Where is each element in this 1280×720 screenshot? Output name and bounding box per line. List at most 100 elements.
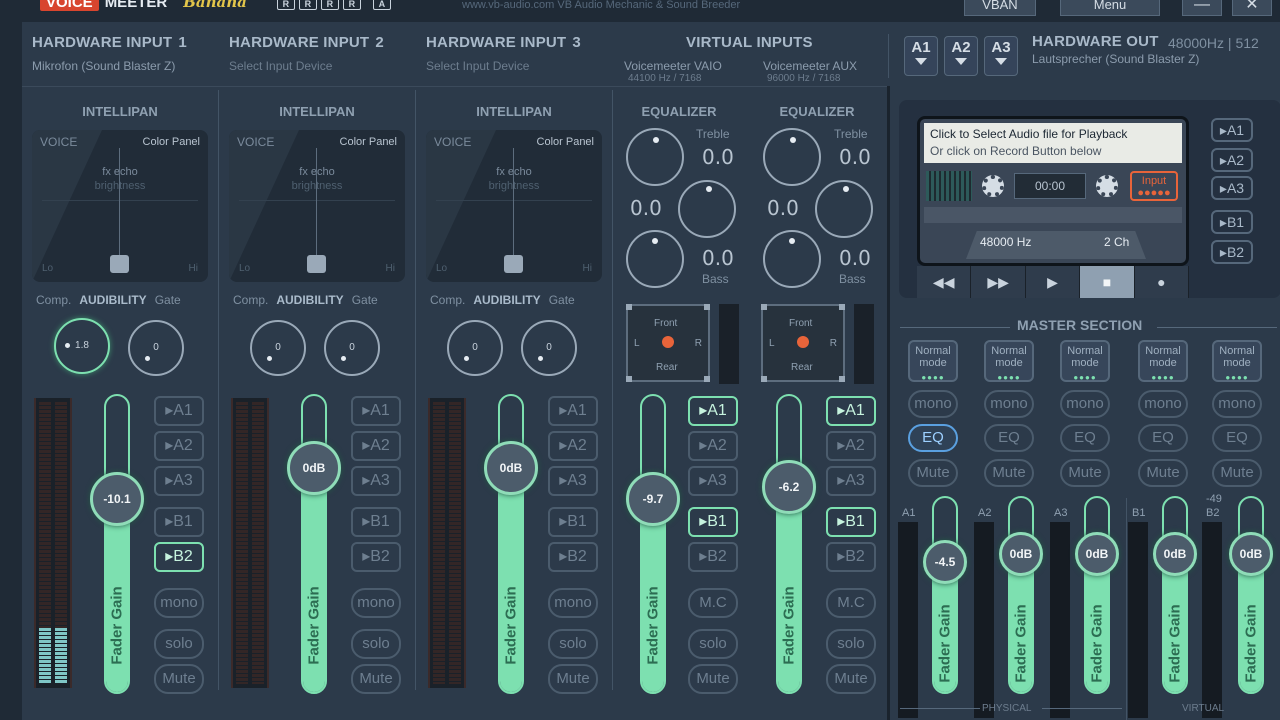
record-button[interactable]: ● <box>1134 266 1190 298</box>
treble-knob[interactable] <box>763 128 821 186</box>
hw-out-a1-select[interactable]: A1 <box>904 36 938 76</box>
fast-forward-button[interactable]: ▶▶ <box>971 266 1026 298</box>
r-button-2[interactable]: R <box>298 0 317 10</box>
mono-button[interactable]: mono <box>154 588 204 618</box>
solo-button[interactable]: solo <box>688 629 738 659</box>
rewind-button[interactable]: ◀◀ <box>917 266 972 298</box>
bus-a1-button[interactable]: ▸A1 <box>688 396 738 426</box>
bus-b2-button[interactable]: ▸B2 <box>688 542 738 572</box>
gate-knob[interactable]: 0 <box>521 320 577 376</box>
fader-track[interactable]: Fader Gain <box>301 394 327 694</box>
bus-a2-button[interactable]: ▸A2 <box>351 431 401 461</box>
bus-b2-button[interactable]: ▸B2 <box>548 542 598 572</box>
pan-thumb[interactable] <box>110 255 129 273</box>
bus-a3-mono-button[interactable]: mono <box>1060 390 1110 418</box>
mono-button[interactable]: mono <box>351 588 401 618</box>
menu-button[interactable]: Menu <box>1060 0 1160 16</box>
solo-button[interactable]: solo <box>826 629 876 659</box>
bus-a2-eq-button[interactable]: EQ <box>984 424 1034 452</box>
bus-a1-mono-button[interactable]: mono <box>908 390 958 418</box>
surround-pan[interactable]: Front Rear L R <box>761 304 845 382</box>
bus-b2-eq-button[interactable]: EQ <box>1212 424 1262 452</box>
bus-b1-fader-track[interactable]: Fader Gain <box>1162 496 1188 694</box>
bus-a1-button[interactable]: ▸A1 <box>351 396 401 426</box>
fader-knob[interactable]: 0dB <box>287 441 341 495</box>
pan-position-dot[interactable] <box>662 336 674 348</box>
input-record-button[interactable]: Input ●●●●● <box>1130 171 1178 201</box>
intellipan-panel[interactable]: VOICE Color Panel fx echo brightness Lo … <box>32 130 208 282</box>
bus-b1-button[interactable]: ▸B1 <box>826 507 876 537</box>
bus-a3-fader-knob[interactable]: 0dB <box>1075 532 1119 576</box>
mc-button[interactable]: M.C <box>826 588 876 618</box>
recorder-bus-b1[interactable]: ▸B1 <box>1211 210 1253 234</box>
bus-a1-fader-knob[interactable]: -4.5 <box>923 540 967 584</box>
bus-a1-button[interactable]: ▸A1 <box>154 396 204 426</box>
bus-b1-mute-button[interactable]: Mute <box>1138 459 1188 487</box>
bus-a1-fader-track[interactable]: Fader Gain <box>932 496 958 694</box>
r-button-4[interactable]: R <box>342 0 361 10</box>
bass-knob[interactable] <box>626 230 684 288</box>
bus-a3-button[interactable]: ▸A3 <box>351 466 401 496</box>
bus-b1-button[interactable]: ▸B1 <box>548 507 598 537</box>
fader-knob[interactable]: 0dB <box>484 441 538 495</box>
bus-a3-mode-button[interactable]: Normal mode ●●●● <box>1060 340 1110 382</box>
r-button-3[interactable]: R <box>320 0 339 10</box>
fader-knob[interactable]: -6.2 <box>762 460 816 514</box>
bus-b1-eq-button[interactable]: EQ <box>1138 424 1188 452</box>
bus-a1-eq-button[interactable]: EQ <box>908 424 958 452</box>
mc-button[interactable]: M.C <box>688 588 738 618</box>
bus-b2-mute-button[interactable]: Mute <box>1212 459 1262 487</box>
bus-a3-button[interactable]: ▸A3 <box>826 466 876 496</box>
intellipan-panel[interactable]: VOICE Color Panel fx echo brightness Lo … <box>426 130 602 282</box>
hw-input-2-title[interactable]: HARDWARE INPUT 2 <box>229 34 384 51</box>
cassette-display[interactable]: Click to Select Audio file for Playback … <box>917 116 1189 266</box>
bus-a2-fader-knob[interactable]: 0dB <box>999 532 1043 576</box>
mid-knob[interactable] <box>678 180 736 238</box>
fader-track[interactable]: Fader Gain <box>498 394 524 694</box>
mute-button[interactable]: Mute <box>154 664 204 694</box>
fader-track[interactable]: Fader Gain <box>104 394 130 694</box>
mute-button[interactable]: Mute <box>688 664 738 694</box>
bus-b2-mono-button[interactable]: mono <box>1212 390 1262 418</box>
bus-a1-button[interactable]: ▸A1 <box>548 396 598 426</box>
gate-knob[interactable]: 0 <box>324 320 380 376</box>
bus-b1-button[interactable]: ▸B1 <box>688 507 738 537</box>
bus-b1-button[interactable]: ▸B1 <box>351 507 401 537</box>
surround-pan[interactable]: Front Rear L R <box>626 304 710 382</box>
stop-button[interactable]: ■ <box>1080 266 1135 298</box>
hw-input-1-title[interactable]: HARDWARE INPUT 1 <box>32 34 187 51</box>
bus-a2-fader-track[interactable]: Fader Gain <box>1008 496 1034 694</box>
play-button[interactable]: ▶ <box>1025 266 1081 298</box>
fader-knob[interactable]: -10.1 <box>90 472 144 526</box>
close-button[interactable]: ✕ <box>1232 0 1272 16</box>
minimize-button[interactable]: — <box>1182 0 1222 16</box>
bus-a3-mute-button[interactable]: Mute <box>1060 459 1110 487</box>
solo-button[interactable]: solo <box>351 629 401 659</box>
mute-button[interactable]: Mute <box>351 664 401 694</box>
solo-button[interactable]: solo <box>548 629 598 659</box>
recorder-bus-a2[interactable]: ▸A2 <box>1211 148 1253 172</box>
bus-b1-mode-button[interactable]: Normal mode ●●●● <box>1138 340 1188 382</box>
bus-a3-fader-track[interactable]: Fader Gain <box>1084 496 1110 694</box>
solo-button[interactable]: solo <box>154 629 204 659</box>
gate-knob[interactable]: 0 <box>128 320 184 376</box>
bus-b1-fader-knob[interactable]: 0dB <box>1153 532 1197 576</box>
fader-knob[interactable]: -9.7 <box>626 472 680 526</box>
fader-track[interactable]: Fader Gain <box>776 394 802 694</box>
hardware-out-device[interactable]: Lautsprecher (Sound Blaster Z) <box>1032 52 1199 66</box>
bus-b2-fader-knob[interactable]: 0dB <box>1229 532 1273 576</box>
hw-out-a2-select[interactable]: A2 <box>944 36 978 76</box>
treble-knob[interactable] <box>626 128 684 186</box>
a-button[interactable]: A <box>372 0 391 10</box>
bus-a2-button[interactable]: ▸A2 <box>688 431 738 461</box>
r-button-1[interactable]: R <box>276 0 295 10</box>
bus-a3-button[interactable]: ▸A3 <box>688 466 738 496</box>
bus-a2-button[interactable]: ▸A2 <box>154 431 204 461</box>
hw-input-3-device[interactable]: Select Input Device <box>426 59 529 73</box>
bus-a1-mute-button[interactable]: Mute <box>908 459 958 487</box>
playback-message[interactable]: Click to Select Audio file for Playback … <box>924 123 1182 163</box>
mute-button[interactable]: Mute <box>548 664 598 694</box>
hw-out-a3-select[interactable]: A3 <box>984 36 1018 76</box>
mono-button[interactable]: mono <box>548 588 598 618</box>
bass-knob[interactable] <box>763 230 821 288</box>
